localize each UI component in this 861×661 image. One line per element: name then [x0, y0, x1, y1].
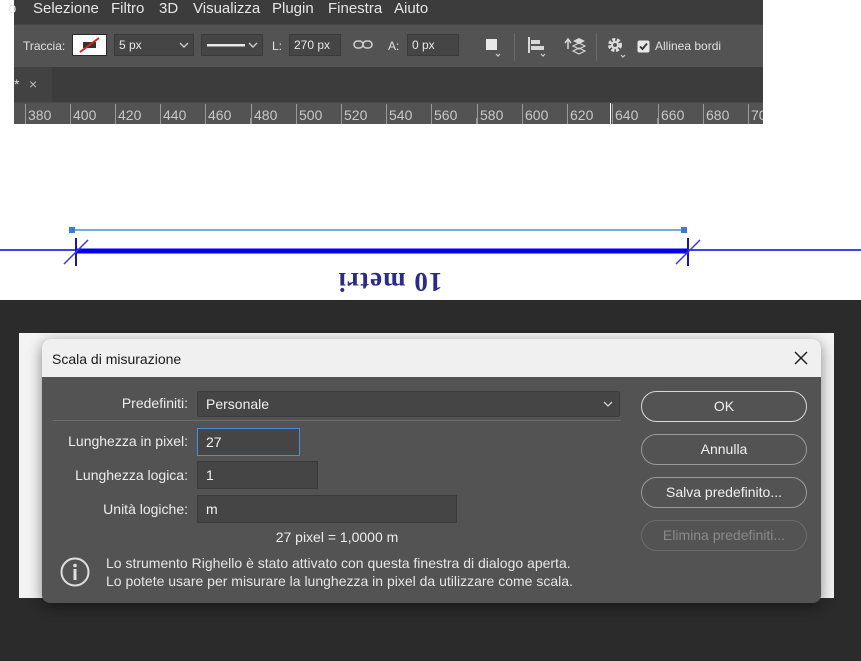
guide-anchor-right[interactable] — [681, 227, 687, 233]
menu-item-selezione[interactable]: Selezione — [33, 0, 99, 17]
ruler-label: 620 — [566, 104, 594, 124]
scale-bar-label: 10 metri — [337, 267, 443, 297]
tab-close-icon[interactable]: × — [29, 76, 37, 92]
menu-item-aiuto[interactable]: Aiuto — [394, 0, 428, 17]
document-canvas[interactable]: 10 metri — [0, 124, 861, 300]
delete-preset-button: Elimina predefiniti... — [641, 520, 807, 551]
path-alignment-icon[interactable] — [526, 35, 548, 57]
ruler-label: 680 — [702, 104, 730, 124]
width-value: 270 px — [294, 38, 331, 52]
path-operations-icon[interactable] — [484, 37, 504, 57]
chevron-down-icon — [603, 401, 613, 407]
height-value: 0 px — [412, 38, 435, 52]
stroke-width-field[interactable]: 5 px — [114, 34, 194, 56]
menu-bar: o Selezione Filtro 3D Visualizza Plugin … — [8, 0, 763, 24]
ruler-label: 640 — [611, 104, 639, 124]
ruler-label: 500 — [295, 104, 323, 124]
stroke-type-dropdown[interactable] — [201, 34, 263, 56]
ruler-label: 660 — [657, 104, 685, 124]
ruler-cursor-marker — [610, 103, 611, 124]
info-icon — [60, 557, 90, 587]
stroke-color-swatch[interactable] — [72, 34, 107, 56]
cancel-button[interactable]: Annulla — [641, 434, 807, 465]
document-tab-title: * — [14, 76, 20, 92]
presets-dropdown[interactable]: Personale — [197, 391, 620, 417]
toolbar-separator — [596, 33, 597, 61]
menu-item-filtro[interactable]: Filtro — [111, 0, 144, 17]
info-message: Lo strumento Righello è stato attivato c… — [106, 554, 573, 590]
measurement-scale-dialog: Scala di misurazione Predefiniti: Person… — [42, 339, 821, 603]
guide-anchor-left[interactable] — [69, 227, 75, 233]
solid-line-icon — [207, 44, 245, 47]
info-message-line1: Lo strumento Righello è stato attivato c… — [106, 555, 571, 571]
path-arrangement-icon[interactable] — [562, 35, 586, 57]
toolbar-separator — [514, 33, 515, 61]
dialog-separator — [53, 420, 621, 421]
ruler-label: 540 — [385, 104, 413, 124]
chevron-down-icon — [179, 42, 189, 48]
ruler-label: 600 — [521, 104, 549, 124]
logical-length-input[interactable] — [197, 461, 318, 489]
logical-units-input[interactable] — [197, 495, 457, 523]
save-preset-button[interactable]: Salva predefinito... — [641, 477, 807, 508]
logical-units-label: Unità logiche: — [103, 501, 188, 517]
width-field[interactable]: 270 px — [289, 34, 341, 56]
menu-item-plugin[interactable]: Plugin — [272, 0, 314, 17]
dialog-title: Scala di misurazione — [52, 351, 182, 367]
align-edges-label: Allinea bordi — [655, 39, 722, 53]
ruler-label: 380 — [24, 104, 52, 124]
chevron-down-icon — [248, 42, 258, 48]
document-tab[interactable]: * × — [14, 67, 52, 102]
presets-label: Predefiniti: — [121, 395, 188, 411]
ruler-label: 400 — [69, 104, 97, 124]
ruler-label: 420 — [114, 104, 142, 124]
horizontal-ruler[interactable]: 380 400 420 440 460 480 500 520 540 560 … — [14, 102, 763, 124]
pixel-length-input[interactable] — [197, 428, 300, 456]
dialog-titlebar: Scala di misurazione — [42, 339, 821, 377]
ruler-label: 520 — [340, 104, 368, 124]
ruler-label: 440 — [159, 104, 187, 124]
options-bar: Traccia: 5 px L: 270 px A: 0 px Allinea … — [14, 24, 763, 67]
align-edges-checkbox[interactable] — [637, 40, 650, 53]
pixel-length-label: Lunghezza in pixel: — [68, 433, 188, 449]
info-message-line2: Lo potete usare per misurare la lunghezz… — [106, 573, 573, 589]
menu-item-3d[interactable]: 3D — [159, 0, 178, 17]
menu-item-finestra[interactable]: Finestra — [328, 0, 382, 17]
ruler-label: 460 — [204, 104, 232, 124]
width-label: L: — [272, 39, 283, 53]
stroke-label: Traccia: — [23, 39, 66, 53]
scale-equation: 27 pixel = 1,0000 m — [275, 529, 399, 545]
document-tab-bar: * × — [14, 67, 763, 102]
ok-button[interactable]: OK — [641, 391, 807, 422]
stroke-width-value: 5 px — [119, 38, 142, 52]
menu-item-visualizza[interactable]: Visualizza — [193, 0, 260, 17]
logical-length-label: Lunghezza logica: — [75, 467, 188, 483]
stroke-none-icon — [79, 37, 100, 53]
ruler-label: 580 — [476, 104, 504, 124]
ruler-label: 480 — [250, 104, 278, 124]
gear-icon[interactable] — [606, 36, 628, 58]
menu-item-immagine[interactable]: o — [8, 0, 16, 17]
height-field[interactable]: 0 px — [407, 34, 459, 56]
height-label: A: — [388, 39, 400, 53]
presets-value: Personale — [206, 396, 270, 412]
link-chain-icon[interactable] — [353, 39, 373, 51]
ruler-label: 560 — [430, 104, 458, 124]
photoshop-window: o Selezione Filtro 3D Visualizza Plugin … — [8, 0, 763, 124]
close-icon[interactable] — [791, 348, 811, 368]
ruler-label: 70 — [748, 104, 763, 124]
